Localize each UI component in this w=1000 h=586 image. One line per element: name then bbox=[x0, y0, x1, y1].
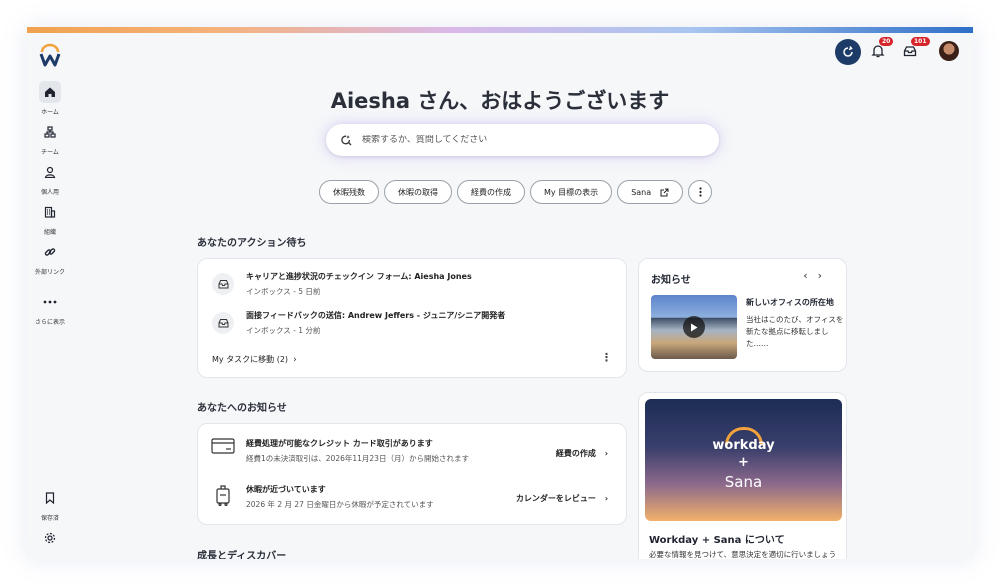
suitcase-icon bbox=[210, 484, 236, 510]
link-label: My タスクに移動 (2) bbox=[212, 355, 289, 364]
app-window: ホーム チーム 個人用 組織 外部リンク さらに表示 保存済 20 101 Ai… bbox=[27, 27, 973, 559]
search-bar[interactable] bbox=[326, 124, 719, 156]
task-meta: インボックス - 1 分前 bbox=[246, 326, 321, 335]
gear-icon bbox=[39, 527, 61, 549]
inbox-button[interactable]: 101 bbox=[903, 37, 930, 62]
page-title: Aiesha さん、おはようございます bbox=[330, 89, 670, 113]
review-calendar-action[interactable]: カレンダーをレビュー › bbox=[516, 493, 608, 504]
person-icon bbox=[39, 161, 61, 183]
chip-view-goals[interactable]: My 目標の表示 bbox=[530, 180, 613, 204]
carousel-nav: ‹› bbox=[803, 269, 832, 282]
action-label: カレンダーをレビュー bbox=[515, 494, 596, 503]
notice-item: 休暇が近づいています 2026 年 2 月 27 日金曜日から休暇が予定されてい… bbox=[210, 484, 434, 510]
promo-logo-workday: workday bbox=[712, 438, 775, 453]
workday-logo-icon[interactable] bbox=[39, 43, 61, 67]
chip-request-time-off[interactable]: 休暇の取得 bbox=[384, 180, 452, 204]
chevron-right-icon: › bbox=[293, 354, 297, 365]
quick-actions: 休暇残数 休暇の取得 経費の作成 My 目標の表示 Sana bbox=[319, 180, 713, 204]
notice-title: 経費処理が可能なクレジット カード取引があります bbox=[246, 439, 433, 448]
news-thumbnail[interactable] bbox=[651, 295, 737, 359]
sidebar-item-saved[interactable]: 保存済 bbox=[27, 487, 73, 522]
chip-sana[interactable]: Sana bbox=[617, 180, 684, 204]
section-title-growth: 成長とディスカバー bbox=[197, 551, 287, 559]
inbox-badge: 101 bbox=[911, 37, 930, 46]
action-label: 経費の作成 bbox=[555, 449, 596, 458]
task-title: キャリアと進捗状況のチェックイン フォーム: Aiesha Jones bbox=[246, 272, 472, 281]
promo-title: Workday + Sana について bbox=[649, 535, 785, 546]
sidebar-item-label: 組織 bbox=[43, 229, 56, 236]
inbox-icon bbox=[212, 273, 234, 295]
assistant-search-icon bbox=[341, 135, 352, 146]
news-body: 当社はこのたび、オフィスを新たな拠点に移転しました…… bbox=[746, 315, 844, 348]
credit-card-icon bbox=[210, 438, 236, 464]
bookmark-icon bbox=[39, 487, 61, 509]
inbox-icon bbox=[903, 46, 917, 57]
promo-image[interactable]: workday + Sana bbox=[645, 399, 842, 521]
promo-card[interactable]: workday + Sana Workday + Sana について 必要な情報… bbox=[638, 392, 847, 559]
sidebar-item-label: さらに表示 bbox=[34, 319, 65, 326]
notice-title: 休暇が近づいています bbox=[246, 485, 326, 494]
sidebar-item-personal[interactable]: 個人用 bbox=[27, 161, 73, 196]
chevron-right-icon: › bbox=[604, 449, 608, 458]
more-actions-button[interactable] bbox=[688, 180, 713, 204]
announcements-card: お知らせ ‹› 新しいオフィスの所在地 当社はこのたび、オフィスを新たな拠点に移… bbox=[638, 258, 847, 372]
notice-detail: 2026 年 2 月 27 日金曜日から休暇が予定されています bbox=[246, 500, 434, 509]
notifications-badge: 20 bbox=[879, 37, 894, 46]
chip-label: Sana bbox=[631, 187, 652, 197]
notice-detail: 経費1の未決済取引は、2026年11月23日（月）から開始されます bbox=[246, 454, 469, 463]
building-icon bbox=[39, 201, 61, 223]
task-title: 面接フィードバックの送信: Andrew Jeffers - ジュニア/シニア開… bbox=[246, 311, 506, 320]
notices-card: 経費処理が可能なクレジット カード取引があります 経費1の未決済取引は、2026… bbox=[197, 423, 627, 525]
promo-subtitle: 必要な情報を見つけて、意思決定を適切に行いましょう bbox=[649, 550, 837, 559]
chevron-right-icon: › bbox=[604, 494, 608, 503]
inbox-icon bbox=[212, 312, 234, 334]
org-chart-icon bbox=[39, 121, 61, 143]
notifications-button[interactable]: 20 bbox=[871, 37, 894, 62]
avatar[interactable] bbox=[939, 41, 959, 61]
chevron-left-icon[interactable]: ‹ bbox=[803, 269, 817, 282]
section-title-notices: あなたへのお知らせ bbox=[197, 403, 287, 414]
external-link-icon bbox=[660, 188, 669, 196]
promo-logo-plus: + bbox=[738, 455, 749, 470]
go-to-tasks-link[interactable]: My タスクに移動 (2) › bbox=[212, 354, 297, 365]
more-vertical-icon bbox=[699, 187, 702, 197]
actions-card: キャリアと進捗状況のチェックイン フォーム: Aiesha Jones インボッ… bbox=[197, 258, 627, 378]
more-vertical-icon[interactable]: ⋮ bbox=[601, 351, 612, 364]
sidebar-item-label: 個人用 bbox=[40, 189, 59, 196]
chip-create-expense[interactable]: 経費の作成 bbox=[457, 180, 525, 204]
search-input[interactable] bbox=[362, 135, 662, 145]
task-meta: インボックス - 5 日前 bbox=[246, 287, 321, 296]
create-expense-action[interactable]: 経費の作成 › bbox=[556, 448, 608, 459]
task-item[interactable]: キャリアと進捗状況のチェックイン フォーム: Aiesha Jones インボッ… bbox=[212, 271, 472, 297]
chevron-right-icon[interactable]: › bbox=[818, 269, 832, 282]
promo-logo-sana: Sana bbox=[724, 473, 763, 491]
notice-item: 経費処理が可能なクレジット カード取引があります 経費1の未決済取引は、2026… bbox=[210, 438, 469, 464]
sidebar-item-team[interactable]: チーム bbox=[27, 121, 73, 156]
sync-icon bbox=[843, 46, 853, 57]
section-title-actions: あなたのアクション待ち bbox=[197, 238, 307, 249]
sidebar-item-label: チーム bbox=[41, 149, 59, 156]
chip-time-off-balance[interactable]: 休暇残数 bbox=[319, 180, 379, 204]
sidebar-item-label: 保存済 bbox=[40, 515, 59, 522]
news-headline[interactable]: 新しいオフィスの所在地 bbox=[746, 297, 834, 308]
settings-button[interactable] bbox=[27, 527, 73, 549]
sidebar-item-organization[interactable]: 組織 bbox=[27, 201, 73, 236]
task-item[interactable]: 面接フィードバックの送信: Andrew Jeffers - ジュニア/シニア開… bbox=[212, 310, 505, 336]
assistant-button[interactable] bbox=[835, 39, 861, 65]
brand-gradient-bar bbox=[27, 27, 973, 33]
sidebar-item-label: 外部リンク bbox=[34, 269, 65, 276]
link-icon bbox=[39, 241, 61, 263]
bell-icon bbox=[871, 45, 885, 58]
sidebar-item-external-links[interactable]: 外部リンク bbox=[27, 241, 73, 276]
more-horizontal-icon bbox=[39, 291, 61, 313]
sidebar-item-more[interactable]: さらに表示 bbox=[27, 291, 73, 326]
announcements-title: お知らせ bbox=[651, 275, 691, 286]
play-icon[interactable] bbox=[683, 316, 705, 338]
